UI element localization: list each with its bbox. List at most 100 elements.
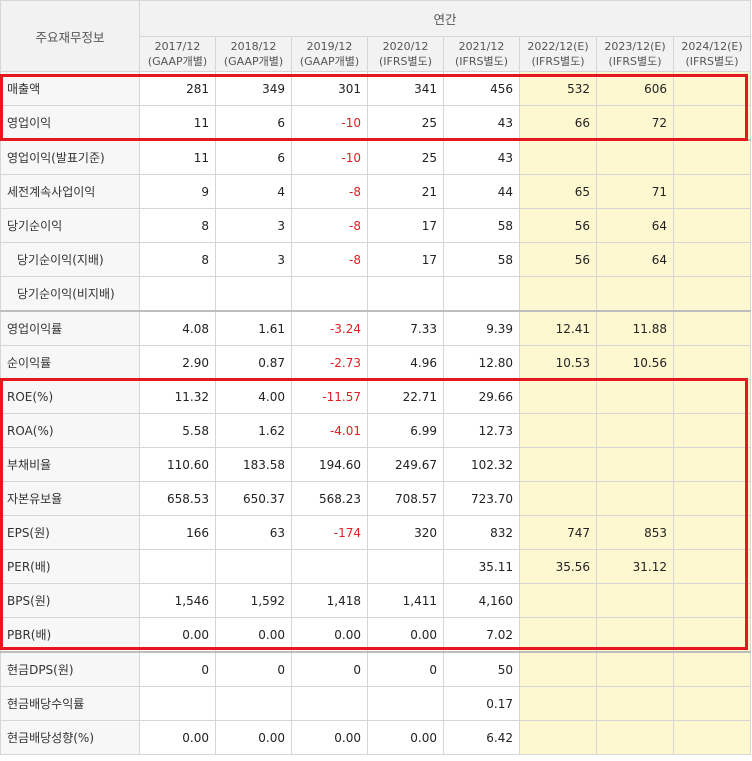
value-cell: 1,411 (367, 583, 444, 618)
value-cell: 65 (519, 174, 597, 209)
value-cell (672, 686, 752, 721)
value-cell: 166 (139, 515, 216, 550)
value-cell (596, 447, 674, 482)
value-cell: 50 (443, 651, 520, 687)
value-cell: 183.58 (215, 447, 292, 482)
value-cell: 12.73 (443, 413, 520, 448)
value-cell (672, 720, 752, 755)
value-cell: -3.24 (291, 310, 368, 346)
value-cell: 853 (596, 515, 674, 550)
year-header: 2018/12 (GAAP개별) (215, 36, 292, 72)
value-cell: 71 (596, 174, 674, 209)
row-label: 현금DPS(원) (0, 651, 140, 687)
value-cell: -174 (291, 515, 368, 550)
value-cell: 72 (596, 105, 674, 141)
value-cell: 21 (367, 174, 444, 209)
value-cell (672, 413, 752, 448)
value-cell (215, 276, 292, 312)
year-header: 2024/12(E) (IFRS별도) (672, 36, 752, 72)
value-cell: 1,592 (215, 583, 292, 618)
value-cell: 532 (519, 71, 597, 106)
year-header: 2017/12 (GAAP개별) (139, 36, 216, 72)
table-row: EPS(원) 166 63 -174 320 832 747 853 (0, 515, 752, 550)
value-cell: -8 (291, 174, 368, 209)
value-cell: 29.66 (443, 379, 520, 414)
table-row: 부채비율 110.60 183.58 194.60 249.67 102.32 (0, 447, 752, 482)
value-cell (291, 276, 368, 312)
value-cell: 249.67 (367, 447, 444, 482)
value-cell (596, 379, 674, 414)
value-cell: 56 (519, 242, 597, 277)
value-cell: 10.53 (519, 345, 597, 380)
value-cell (596, 617, 674, 653)
value-cell: 6 (215, 139, 292, 175)
value-cell: 56 (519, 208, 597, 243)
value-cell: 102.32 (443, 447, 520, 482)
value-cell: 12.80 (443, 345, 520, 380)
value-cell (596, 139, 674, 175)
value-cell: 708.57 (367, 481, 444, 516)
table-row: 매출액 281 349 301 341 456 532 606 (0, 71, 752, 106)
row-label: 매출액 (0, 71, 140, 106)
value-cell: 281 (139, 71, 216, 106)
value-cell: 11 (139, 105, 216, 141)
value-cell: 1,546 (139, 583, 216, 618)
value-cell: 43 (443, 139, 520, 175)
row-label: EPS(원) (0, 515, 140, 550)
value-cell (596, 651, 674, 687)
value-cell: -8 (291, 242, 368, 277)
value-cell: 0.00 (367, 720, 444, 755)
value-cell: 0.00 (139, 617, 216, 653)
table-row: 순이익률 2.90 0.87 -2.73 4.96 12.80 10.53 10.56 (0, 345, 752, 380)
value-cell: 4.96 (367, 345, 444, 380)
value-cell: 1,418 (291, 583, 368, 618)
row-label: 현금배당성향(%) (0, 720, 140, 755)
value-cell (596, 583, 674, 618)
value-cell: 4 (215, 174, 292, 209)
value-cell (519, 617, 597, 653)
value-cell (519, 686, 597, 721)
value-cell (139, 686, 216, 721)
value-cell (672, 447, 752, 482)
table-title: 주요재무정보 (0, 0, 140, 72)
value-cell (139, 549, 216, 584)
table-row: ROA(%) 5.58 1.62 -4.01 6.99 12.73 (0, 413, 752, 448)
value-cell (596, 481, 674, 516)
value-cell: 194.60 (291, 447, 368, 482)
value-cell: 1.61 (215, 310, 292, 346)
row-label: ROE(%) (0, 379, 140, 414)
value-cell: 1.62 (215, 413, 292, 448)
value-cell: 568.23 (291, 481, 368, 516)
value-cell: 43 (443, 105, 520, 141)
row-label: PER(배) (0, 549, 140, 584)
value-cell (672, 549, 752, 584)
row-label: BPS(원) (0, 583, 140, 618)
year-period: 2017/12 (154, 40, 201, 53)
value-cell: 0.00 (139, 720, 216, 755)
value-cell (672, 651, 752, 687)
value-cell: 66 (519, 105, 597, 141)
row-label: ROA(%) (0, 413, 140, 448)
value-cell (672, 105, 752, 141)
value-cell (519, 139, 597, 175)
value-cell (291, 549, 368, 584)
value-cell: 11.32 (139, 379, 216, 414)
value-cell: -2.73 (291, 345, 368, 380)
value-cell: 12.41 (519, 310, 597, 346)
value-cell: 747 (519, 515, 597, 550)
value-cell: 650.37 (215, 481, 292, 516)
financial-summary-table: 주요재무정보 연간 2017/12 (GAAP개별) 2018/12 (GAAP개별)… (0, 0, 752, 755)
table-row: 현금DPS(원) 0 0 0 0 50 (0, 651, 752, 687)
table-row: 세전계속사업이익 9 4 -8 21 44 65 71 (0, 174, 752, 209)
value-cell (672, 379, 752, 414)
table-row: 자본유보율 658.53 650.37 568.23 708.57 723.70 (0, 481, 752, 516)
value-cell: -4.01 (291, 413, 368, 448)
year-period: 2019/12 (306, 40, 353, 53)
value-cell (672, 139, 752, 175)
year-header: 2021/12 (IFRS별도) (443, 36, 520, 72)
table-row: 당기순이익(지배) 8 3 -8 17 58 56 64 (0, 242, 752, 277)
value-cell (519, 447, 597, 482)
row-label: 순이익률 (0, 345, 140, 380)
value-cell: 5.58 (139, 413, 216, 448)
value-cell: 301 (291, 71, 368, 106)
